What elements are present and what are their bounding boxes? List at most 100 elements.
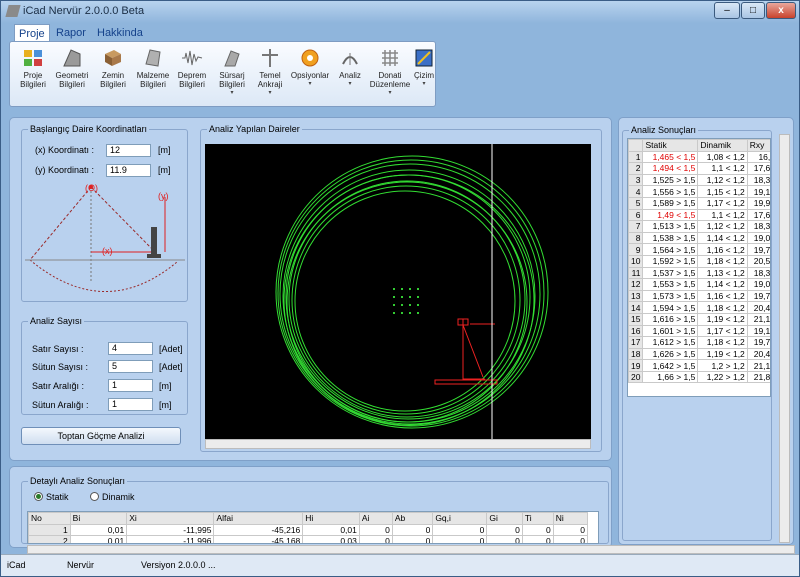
row-number: 17 bbox=[628, 336, 644, 349]
material-icon bbox=[145, 49, 161, 67]
results-row[interactable]: 31,525 > 1,51,12 < 1,218,36 bbox=[628, 173, 770, 187]
row-number: 8 bbox=[628, 231, 644, 245]
y-coordinate-input[interactable]: 11.9 bbox=[106, 164, 151, 177]
static-radio[interactable]: Statik bbox=[34, 492, 69, 502]
title-bar: iCad Nervür 2.0.0.0 Beta – □ x bbox=[1, 1, 799, 23]
circles-canvas[interactable] bbox=[205, 144, 591, 439]
results-row[interactable]: 201,66 > 1,51,22 > 1,221,86 bbox=[628, 370, 770, 384]
results-row[interactable]: 161,601 > 1,51,17 < 1,219,15 bbox=[628, 324, 770, 338]
results-row[interactable]: 131,573 > 1,51,16 < 1,219,73 bbox=[628, 289, 770, 303]
temel-ankraji-button[interactable]: Temel Ankraji ▾ bbox=[251, 48, 289, 104]
window-title: iCad Nervür 2.0.0.0 Beta bbox=[23, 5, 145, 17]
results-vertical-scrollbar[interactable] bbox=[779, 134, 790, 543]
analiz-button[interactable]: Analiz ▾ bbox=[331, 48, 369, 104]
tab-rapor[interactable]: Rapor bbox=[52, 24, 90, 42]
proje-bilgileri-button[interactable]: Proje Bilgileri bbox=[14, 48, 52, 104]
rxy-value: 19,73 bbox=[746, 289, 770, 303]
rxy-value: 20,54 bbox=[746, 254, 770, 268]
row-number: 16 bbox=[628, 324, 644, 338]
rxy-value: 19,04 bbox=[746, 278, 770, 291]
results-row[interactable]: 41,556 > 1,51,15 < 1,219,13 bbox=[628, 185, 770, 198]
row-count-input[interactable]: 4 bbox=[108, 342, 153, 355]
corner-cell bbox=[628, 139, 644, 152]
column-count-input[interactable]: 5 bbox=[108, 360, 153, 373]
results-row[interactable]: 111,537 > 1,51,13 < 1,218,37 bbox=[628, 266, 770, 280]
detail-cell: -45,216 bbox=[213, 523, 304, 537]
detail-header-cell: Xi bbox=[126, 512, 215, 525]
static-value: 1,525 > 1,5 bbox=[642, 173, 699, 187]
detail-row[interactable]: 1 0,01 -11,995 -45,216 0,01 0 0 0 0 0 0 bbox=[28, 523, 589, 537]
detail-cell: 0 bbox=[552, 535, 589, 543]
detail-row[interactable]: 2 0,01 -11,996 -45,168 0,03 0 0 0 0 0 0 bbox=[28, 535, 589, 543]
tab-hakkinda[interactable]: Hakkinda bbox=[93, 24, 147, 42]
results-row[interactable]: 151,616 > 1,51,19 < 1,221,19 bbox=[628, 312, 770, 326]
results-row[interactable]: 121,553 > 1,51,14 < 1,219,04 bbox=[628, 278, 770, 291]
group-title: Detaylı Analiz Sonuçları bbox=[28, 476, 128, 486]
detail-header-cell: Gq,i bbox=[432, 512, 488, 525]
row-number: 18 bbox=[628, 347, 644, 361]
header-static: Statik bbox=[642, 139, 699, 152]
status-app: iCad bbox=[7, 560, 26, 570]
static-value: 1,538 > 1,5 bbox=[642, 231, 699, 245]
status-version: Versiyon 2.0.0.0 ... bbox=[141, 560, 216, 570]
column-spacing-input[interactable]: 1 bbox=[108, 398, 153, 411]
detail-cell: 0 bbox=[391, 523, 434, 537]
minimize-button[interactable]: – bbox=[714, 2, 740, 19]
opsiyonlar-button[interactable]: Opsiyonlar ▾ bbox=[289, 48, 331, 104]
results-row[interactable]: 71,513 > 1,51,12 < 1,218,31 bbox=[628, 220, 770, 233]
donati-duzenleme-button[interactable]: Donati Düzenleme ▾ bbox=[368, 48, 412, 104]
dropdown-arrow-icon: ▾ bbox=[422, 81, 426, 87]
detail-table[interactable]: No Bi Xi Alfai Hi Ai Ab Gq,i Gi Ti Ni 1 0,01 -11,995… bbox=[27, 511, 599, 544]
row-count-unit: [Adet] bbox=[159, 344, 183, 354]
results-row[interactable]: 91,564 > 1,51,16 < 1,219,77 bbox=[628, 243, 770, 256]
deprem-bilgileri-button[interactable]: Deprem Bilgileri bbox=[173, 48, 211, 104]
results-row[interactable]: 51,589 > 1,51,17 < 1,219,92 bbox=[628, 196, 770, 210]
detail-cell: 0,03 bbox=[302, 535, 360, 543]
static-radio-label: Statik bbox=[46, 492, 69, 502]
sursarj-bilgileri-button[interactable]: Sürsarj Bilgileri ▾ bbox=[213, 48, 251, 104]
status-bar: iCad Nervür Versiyon 2.0.0.0 ... bbox=[1, 554, 799, 576]
cizim-button[interactable]: Çizim ▾ bbox=[412, 48, 436, 104]
results-row[interactable]: 81,538 > 1,51,14 < 1,219,03 bbox=[628, 231, 770, 245]
column-count-label: Sütun Sayısı : bbox=[32, 362, 89, 372]
detail-header-cell: Ai bbox=[358, 512, 393, 525]
detail-header-row: No Bi Xi Alfai Hi Ai Ab Gq,i Gi Ti Ni bbox=[28, 512, 589, 525]
results-row[interactable]: 171,612 > 1,51,18 < 1,219,78 bbox=[628, 336, 770, 349]
results-row[interactable]: 61,49 < 1,51,1 < 1,217,62 bbox=[628, 208, 770, 222]
dynamic-radio[interactable]: Dinamik bbox=[90, 492, 135, 502]
dynamic-value: 1,14 < 1,2 bbox=[697, 278, 748, 291]
x-coordinate-input[interactable]: 12 bbox=[106, 144, 151, 157]
maximize-button[interactable]: □ bbox=[741, 2, 765, 19]
detail-cell: 0 bbox=[391, 535, 434, 543]
close-button[interactable]: x bbox=[766, 2, 796, 19]
ribbon-label: Çizim bbox=[414, 71, 434, 80]
bottom-horizontal-scrollbar[interactable] bbox=[27, 545, 795, 554]
detail-cell: 2 bbox=[28, 535, 71, 543]
results-row[interactable]: 191,642 > 1,51,2 > 1,221,14 bbox=[628, 359, 770, 372]
detail-cell: 0 bbox=[486, 523, 523, 537]
group-title: Analiz Sonuçları bbox=[629, 125, 699, 135]
dynamic-value: 1,17 < 1,2 bbox=[697, 324, 748, 338]
row-number: 11 bbox=[628, 266, 644, 280]
rxy-value: 19,13 bbox=[746, 185, 770, 198]
row-spacing-input[interactable]: 1 bbox=[108, 379, 153, 392]
tab-proje[interactable]: Proje bbox=[14, 24, 50, 42]
global-failure-analysis-button[interactable]: Toptan Göçme Analizi bbox=[21, 427, 181, 445]
rxy-value: 18,36 bbox=[746, 173, 770, 187]
geometri-bilgileri-button[interactable]: Geometri Bilgileri bbox=[53, 48, 91, 104]
results-row[interactable]: 141,594 > 1,51,18 < 1,220,45 bbox=[628, 301, 770, 314]
dynamic-value: 1,16 < 1,2 bbox=[697, 289, 748, 303]
row-count-label: Satır Sayısı : bbox=[32, 344, 84, 354]
results-table[interactable]: Statik Dinamik Rxy 1 1,465 < 1,5 1,08 < 1,… bbox=[627, 138, 771, 397]
zemin-bilgileri-button[interactable]: Zemin Bilgileri bbox=[94, 48, 132, 104]
results-row[interactable]: 101,592 > 1,51,18 < 1,220,54 bbox=[628, 254, 770, 268]
malzeme-bilgileri-button[interactable]: Malzeme Bilgileri bbox=[134, 48, 172, 104]
rxy-value: 19,78 bbox=[746, 336, 770, 349]
results-row[interactable]: 11,465 < 1,51,08 < 1,216,9 bbox=[628, 150, 770, 164]
detail-header-cell: Hi bbox=[302, 512, 360, 525]
results-row[interactable]: 21,494 < 1,51,1 < 1,217,62 bbox=[628, 162, 770, 175]
results-row[interactable]: 181,626 > 1,51,19 < 1,220,45 bbox=[628, 347, 770, 361]
circles-horizontal-scrollbar[interactable] bbox=[205, 439, 591, 449]
ribbon-label: Proje bbox=[23, 71, 43, 80]
row-number: 19 bbox=[628, 359, 644, 372]
